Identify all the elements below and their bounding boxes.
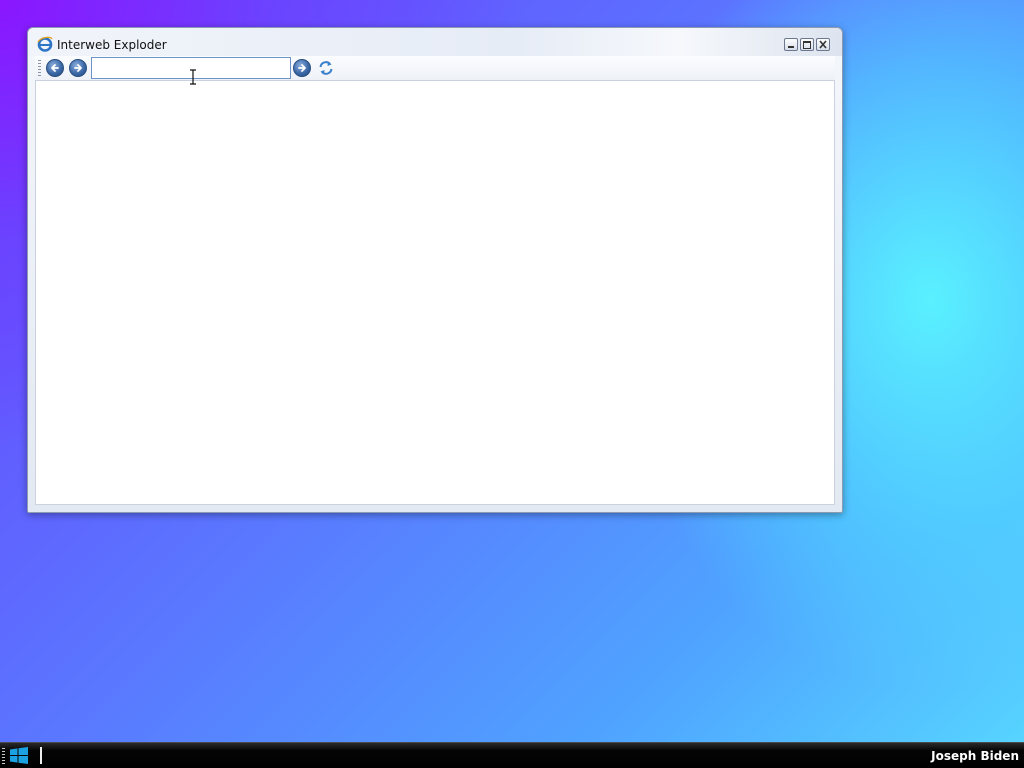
- taskbar-text-cursor[interactable]: [40, 747, 42, 764]
- back-button[interactable]: [46, 59, 64, 77]
- toolbar-grip[interactable]: [38, 60, 41, 76]
- ie-logo-icon: [37, 36, 53, 52]
- window-title: Interweb Exploder: [57, 38, 167, 52]
- back-arrow-icon: [51, 64, 59, 72]
- browser-window: Interweb Exploder: [27, 27, 843, 513]
- refresh-icon[interactable]: [317, 59, 335, 77]
- navigation-toolbar: [35, 56, 835, 80]
- forward-arrow-icon: [74, 64, 82, 72]
- close-icon: [819, 40, 827, 49]
- windows-logo-icon[interactable]: [10, 747, 28, 764]
- minimize-button[interactable]: [784, 38, 798, 51]
- close-button[interactable]: [816, 38, 830, 51]
- taskbar: Joseph Biden: [0, 742, 1024, 768]
- page-content-area[interactable]: [35, 80, 835, 505]
- maximize-button[interactable]: [800, 38, 814, 51]
- go-button[interactable]: [293, 59, 311, 77]
- forward-button[interactable]: [69, 59, 87, 77]
- taskbar-grip[interactable]: [2, 748, 5, 764]
- go-arrow-icon: [298, 64, 306, 72]
- user-name[interactable]: Joseph Biden: [931, 749, 1019, 763]
- address-bar-input[interactable]: [91, 57, 291, 79]
- title-bar[interactable]: Interweb Exploder: [28, 28, 842, 56]
